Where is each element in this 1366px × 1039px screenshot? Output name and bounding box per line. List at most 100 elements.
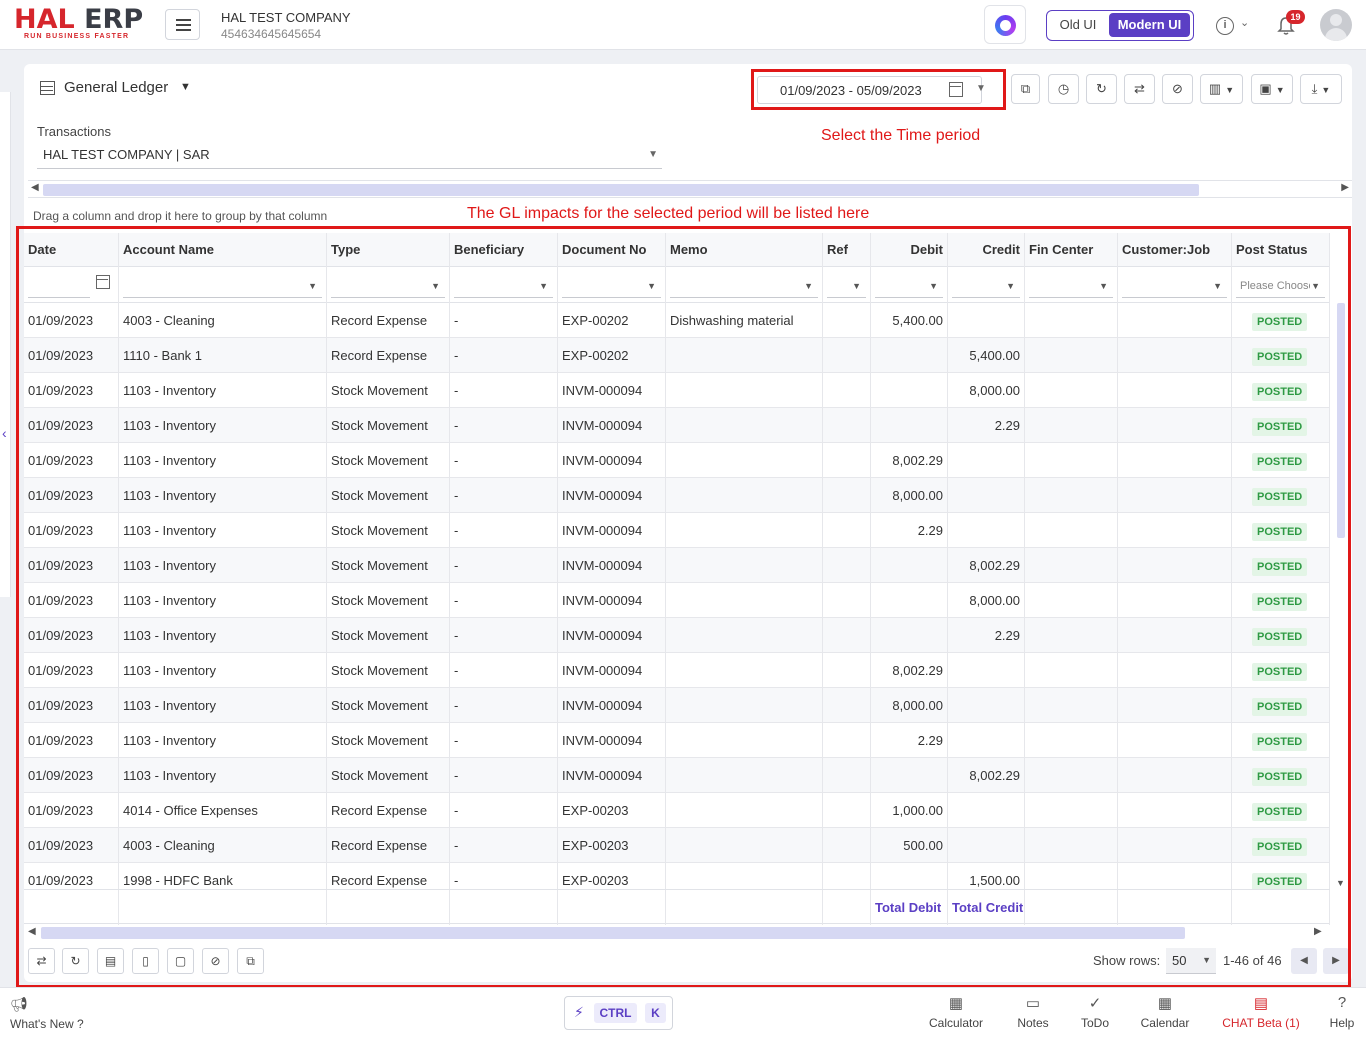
help-button[interactable]: ? Help (1326, 994, 1358, 1030)
account-filter-select[interactable]: ▼ (123, 272, 322, 298)
table-row[interactable]: 01/09/2023 1103 - Inventory Stock Movement… (24, 548, 1330, 583)
swap-button[interactable]: ⇄ (28, 948, 55, 974)
calendar-icon[interactable] (96, 275, 110, 289)
date-range-picker[interactable]: 01/09/2023 - 05/09/2023 ▼ (757, 76, 986, 104)
table-row[interactable]: 01/09/2023 1103 - Inventory Stock Movement… (24, 758, 1330, 793)
history-button[interactable]: ◷ (1048, 74, 1079, 104)
scroll-left-icon[interactable]: ◀ (31, 182, 39, 193)
export-pdf-button[interactable]: ▯ (132, 948, 159, 974)
column-header-debit[interactable]: Debit (871, 233, 948, 267)
cell-status: POSTED (1232, 513, 1330, 548)
table-row[interactable]: 01/09/2023 4014 - Office Expenses Record E… (24, 793, 1330, 828)
scrollbar-thumb[interactable] (1337, 303, 1345, 538)
notes-button[interactable]: ▭ Notes (1013, 994, 1053, 1030)
table-row[interactable]: 01/09/2023 4003 - Cleaning Record Expense -… (24, 303, 1330, 338)
cell-account: 1103 - Inventory (119, 443, 327, 478)
table-row[interactable]: 01/09/2023 1103 - Inventory Stock Movement… (24, 373, 1330, 408)
chat-button[interactable]: ▤ CHAT Beta (1) (1218, 994, 1304, 1030)
table-row[interactable]: 01/09/2023 1103 - Inventory Stock Movement… (24, 618, 1330, 653)
expand-sidebar-icon[interactable]: ‹ (2, 425, 7, 441)
old-ui-button[interactable]: Old UI (1049, 13, 1107, 37)
credit-filter-select[interactable]: ▼ (952, 272, 1020, 298)
column-header-account-name[interactable]: Account Name (119, 233, 327, 267)
cell-date: 01/09/2023 (24, 583, 119, 618)
refresh-button[interactable]: ↻ (1086, 74, 1117, 104)
menu-toggle-button[interactable] (165, 9, 200, 40)
column-header-ref[interactable]: Ref (823, 233, 871, 267)
table-row[interactable]: 01/09/2023 1103 - Inventory Stock Movement… (24, 653, 1330, 688)
scroll-right-icon[interactable]: ▶ (1314, 926, 1322, 937)
column-header-credit[interactable]: Credit (948, 233, 1025, 267)
user-avatar[interactable] (1320, 9, 1352, 41)
clear-filter-button[interactable]: ⊘ (202, 948, 229, 974)
ai-assistant-button[interactable] (984, 5, 1026, 44)
debit-filter-select[interactable]: ▼ (875, 272, 943, 298)
table-row[interactable]: 01/09/2023 1103 - Inventory Stock Movement… (24, 688, 1330, 723)
calendar-button[interactable]: ▦ Calendar (1136, 994, 1194, 1030)
hal-erp-logo[interactable]: HAL ERP RUN BUSINESS FASTER (14, 6, 148, 42)
swap-button[interactable]: ⇄ (1124, 74, 1155, 104)
memo-filter-select[interactable]: ▼ (670, 272, 818, 298)
caret-down-icon: ▼ (648, 149, 658, 160)
table-row[interactable]: 01/09/2023 1103 - Inventory Stock Movement… (24, 443, 1330, 478)
ref-filter-select[interactable]: ▼ (827, 272, 866, 298)
cell-doc: INVM-000094 (558, 723, 666, 758)
save-layout-button[interactable]: ▣ ▼ (1251, 74, 1293, 104)
chevron-down-icon[interactable]: ⌄ (1240, 16, 1249, 29)
export-csv-button[interactable]: ▢ (167, 948, 194, 974)
whats-new-button[interactable]: 📢︎ What's New ? (10, 996, 84, 1031)
vertical-scrollbar[interactable]: ▼ (1334, 303, 1348, 903)
clear-filter-button[interactable]: ⊘ (1162, 74, 1193, 104)
top-horizontal-scrollbar[interactable]: ◀ ▶ (28, 180, 1352, 198)
cell-beneficiary: - (450, 828, 558, 863)
info-icon[interactable]: i (1216, 17, 1234, 35)
column-header-memo[interactable]: Memo (666, 233, 823, 267)
customer-job-filter-select[interactable]: ▼ (1122, 272, 1227, 298)
table-row[interactable]: 01/09/2023 1103 - Inventory Stock Movement… (24, 408, 1330, 443)
table-row[interactable]: 01/09/2023 1110 - Bank 1 Record Expense - EX… (24, 338, 1330, 373)
scrollbar-thumb[interactable] (43, 184, 1199, 196)
scroll-left-icon[interactable]: ◀ (28, 926, 36, 937)
table-row[interactable]: 01/09/2023 1103 - Inventory Stock Movement… (24, 583, 1330, 618)
document-filter-select[interactable]: ▼ (562, 272, 661, 298)
fin-center-filter-select[interactable]: ▼ (1029, 272, 1113, 298)
command-palette-button[interactable]: ⚡︎ CTRL K (564, 996, 673, 1030)
table-row[interactable]: 01/09/2023 1103 - Inventory Stock Movement… (24, 723, 1330, 758)
cell-memo (666, 478, 823, 513)
date-filter-input[interactable] (28, 272, 90, 298)
column-header-date[interactable]: Date (24, 233, 119, 267)
prev-page-button[interactable]: ◀ (1291, 948, 1317, 974)
scrollbar-thumb[interactable] (41, 927, 1185, 939)
column-header-document-no[interactable]: Document No (558, 233, 666, 267)
calculator-button[interactable]: ▦ Calculator (924, 994, 988, 1030)
refresh-button[interactable]: ↻ (62, 948, 89, 974)
column-header-type[interactable]: Type (327, 233, 450, 267)
copy-button[interactable]: ⧉ (1011, 74, 1040, 104)
type-filter-select[interactable]: ▼ (331, 272, 445, 298)
column-header-fin-center[interactable]: Fin Center (1025, 233, 1118, 267)
columns-button[interactable]: ▥ ▼ (1200, 74, 1243, 104)
table-row[interactable]: 01/09/2023 4003 - Cleaning Record Expense -… (24, 828, 1330, 863)
copy-button[interactable]: ⧉ (237, 948, 264, 974)
rows-per-page-select[interactable]: 50 ▼ (1166, 948, 1216, 974)
table-row[interactable]: 01/09/2023 1103 - Inventory Stock Movement… (24, 478, 1330, 513)
scroll-right-icon[interactable]: ▶ (1341, 182, 1349, 193)
grid-horizontal-scrollbar[interactable]: ◀ ▶ (24, 925, 1330, 941)
todo-button[interactable]: ✓ ToDo (1076, 994, 1114, 1030)
post-status-filter-select[interactable]: Please Choose ▼ (1236, 272, 1325, 298)
table-row[interactable]: 01/09/2023 1998 - HDFC Bank Record Expense… (24, 863, 1330, 891)
transactions-select[interactable]: HAL TEST COMPANY | SAR ▼ (37, 143, 662, 169)
download-button[interactable]: ⤓ ▼ (1300, 74, 1342, 104)
cell-date: 01/09/2023 (24, 478, 119, 513)
modern-ui-button[interactable]: Modern UI (1109, 13, 1190, 37)
column-header-post-status[interactable]: Post Status (1232, 233, 1330, 267)
export-excel-button[interactable]: ▤ (97, 948, 124, 974)
cell-debit: 2.29 (871, 513, 948, 548)
column-header-beneficiary[interactable]: Beneficiary (450, 233, 558, 267)
scroll-down-icon[interactable]: ▼ (1336, 878, 1345, 888)
column-header-customer-job[interactable]: Customer:Job (1118, 233, 1232, 267)
next-page-button[interactable]: ▶ (1323, 948, 1349, 974)
status-badge: POSTED (1252, 627, 1308, 646)
beneficiary-filter-select[interactable]: ▼ (454, 272, 553, 298)
table-row[interactable]: 01/09/2023 1103 - Inventory Stock Movement… (24, 513, 1330, 548)
